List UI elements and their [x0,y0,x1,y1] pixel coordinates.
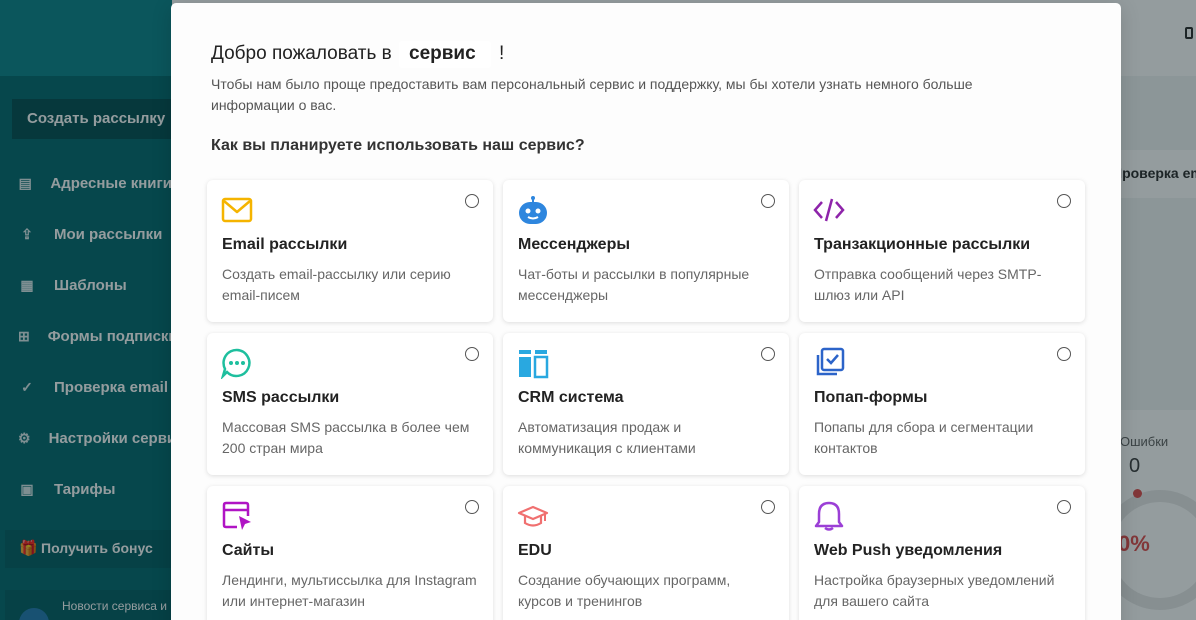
option-description: Отправка сообщений через SMTP-шлюз или A… [814,266,1042,303]
option-title: Транзакционные рассылки [814,236,1031,253]
option-description: Автоматизация продаж и коммуникация с кл… [518,419,696,456]
option-description: Лендинги, мультиссылка для Instagram или… [222,572,477,609]
bot-icon [517,194,549,226]
service-name: сервис [399,41,492,68]
option-radio[interactable] [1057,500,1071,514]
option-title: Email рассылки [222,236,348,253]
chat-bubble-icon [220,347,253,381]
option-description: Создать email-рассылку или серию email-п… [222,266,451,303]
envelope-icon [221,194,253,226]
option-websites[interactable]: Сайты Лендинги, мультиссылка для Instagr… [207,486,493,620]
option-title: Сайты [222,542,274,559]
option-radio[interactable] [1057,194,1071,208]
option-radio[interactable] [465,500,479,514]
option-description: Попапы для сбора и сегментации контактов [814,419,1034,456]
option-radio[interactable] [761,500,775,514]
option-email[interactable]: Email рассылки Создать email-рассылку ил… [207,180,493,322]
option-description: Создание обучающих программ, курсов и тр… [518,572,731,609]
option-transactional[interactable]: Транзакционные рассылки Отправка сообщен… [799,180,1085,322]
bell-icon [813,500,845,532]
modal-title-suffix: ! [499,43,505,64]
crm-columns-icon [517,347,549,379]
option-radio[interactable] [465,194,479,208]
modal-intro: Чтобы нам было проще предоставить вам пе… [211,76,973,113]
option-sms[interactable]: SMS рассылки Массовая SMS рассылка в бол… [207,333,493,475]
usage-question: Как вы планируете использовать наш серви… [211,137,585,154]
option-title: Попап-формы [814,389,928,406]
option-radio[interactable] [465,347,479,361]
welcome-modal: Добро пожаловать в сервис! Чтобы нам был… [171,3,1121,620]
modal-title-prefix: Добро пожаловать в [211,43,392,64]
option-title: CRM система [518,389,624,406]
popup-check-icon [813,347,845,379]
option-description: Массовая SMS рассылка в более чем 200 ст… [222,419,470,456]
option-crm[interactable]: CRM система Автоматизация продаж и комму… [503,333,789,475]
option-title: Web Push уведомления [814,542,1003,559]
option-title: Мессенджеры [518,236,630,253]
option-title: EDU [518,542,552,559]
option-radio[interactable] [1057,347,1071,361]
option-messengers[interactable]: Мессенджеры Чат-боты и рассылки в популя… [503,180,789,322]
option-edu[interactable]: EDU Создание обучающих программ, курсов … [503,486,789,620]
option-popups[interactable]: Попап-формы Попапы для сбора и сегментац… [799,333,1085,475]
option-radio[interactable] [761,194,775,208]
option-web-push[interactable]: Web Push уведомления Настройка браузерны… [799,486,1085,620]
website-cursor-icon [221,500,253,532]
option-title: SMS рассылки [222,389,340,406]
option-radio[interactable] [761,347,775,361]
modal-title: Добро пожаловать в сервис! [211,41,504,68]
code-icon [813,194,845,226]
option-description: Чат-боты и рассылки в популярные мессенд… [518,266,750,303]
option-description: Настройка браузерных уведомлений для ваш… [814,572,1055,609]
graduation-cap-icon [517,500,549,532]
